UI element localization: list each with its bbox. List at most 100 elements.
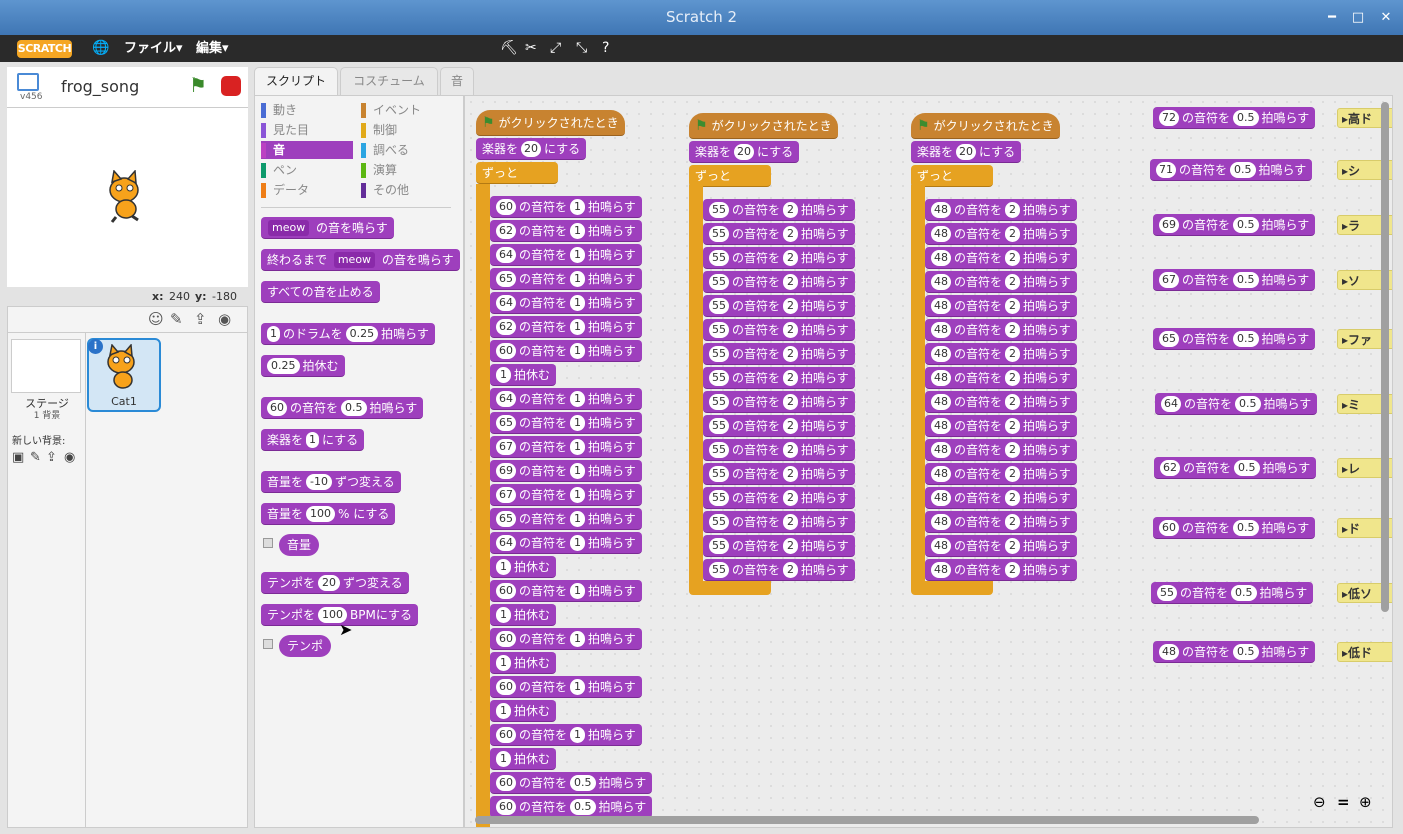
- play-note-block[interactable]: 48 の音符を 2 拍鳴らす: [925, 343, 1077, 365]
- block-set-volume[interactable]: 音量を 100% にする: [261, 503, 396, 525]
- category-4[interactable]: データ: [261, 181, 353, 199]
- play-note-block[interactable]: 48 の音符を 2 拍鳴らす: [925, 295, 1077, 317]
- shrink-icon[interactable]: ⤡: [576, 35, 587, 62]
- set-instrument-block[interactable]: 楽器を 20 にする: [911, 141, 1022, 163]
- zoom-out-icon[interactable]: ⊖: [1313, 793, 1326, 811]
- custom-block-call[interactable]: ▸低ド: [1337, 642, 1392, 662]
- horizontal-scrollbar[interactable]: [475, 816, 1259, 824]
- grow-icon[interactable]: ⤢: [550, 35, 561, 62]
- sound-dropdown[interactable]: meow: [268, 220, 310, 236]
- play-note-block[interactable]: 55 の音符を 2 拍鳴らす: [703, 559, 855, 581]
- zoom-reset-icon[interactable]: =: [1337, 793, 1350, 811]
- tab-costumes[interactable]: コスチューム: [340, 67, 438, 95]
- play-note-block[interactable]: 67 の音符を 0.5 拍鳴らす: [1153, 269, 1316, 291]
- sound-dropdown[interactable]: meow: [333, 252, 376, 268]
- block-change-volume[interactable]: 音量を -10 ずつ変える: [261, 471, 401, 493]
- category-9[interactable]: その他: [361, 181, 453, 199]
- category-5[interactable]: イベント: [361, 101, 453, 119]
- category-7[interactable]: 調べる: [361, 141, 453, 159]
- play-note-block[interactable]: 55 の音符を 2 拍鳴らす: [703, 247, 855, 269]
- play-note-block[interactable]: 64 の音符を 1 拍鳴らす: [490, 292, 642, 314]
- globe-icon[interactable]: 🌐: [92, 35, 109, 62]
- play-note-block[interactable]: 64 の音符を 0.5 拍鳴らす: [1155, 393, 1318, 415]
- play-note-block[interactable]: 55 の音符を 2 拍鳴らす: [703, 415, 855, 437]
- reporter-tempo[interactable]: テンポ: [279, 635, 332, 657]
- play-note-block[interactable]: 65 の音符を 1 拍鳴らす: [490, 508, 642, 530]
- when-flag-clicked-block[interactable]: ⚑ がクリックされたとき: [689, 113, 838, 139]
- play-note-block[interactable]: 48 の音符を 2 拍鳴らす: [925, 487, 1077, 509]
- play-note-block[interactable]: 60 の音符を 1 拍鳴らす: [490, 628, 642, 650]
- zoom-in-icon[interactable]: ⊕: [1359, 793, 1372, 811]
- delete-icon[interactable]: ✂: [525, 35, 537, 62]
- play-note-block[interactable]: 55 の音符を 2 拍鳴らす: [703, 391, 855, 413]
- play-note-block[interactable]: 55 の音符を 2 拍鳴らす: [703, 271, 855, 293]
- camera-sprite-icon[interactable]: ◉: [218, 310, 231, 328]
- category-2[interactable]: 音: [261, 141, 353, 159]
- block-play-note[interactable]: 60 の音符を 0.5 拍鳴らす: [261, 397, 424, 419]
- play-note-block[interactable]: 60 の音符を 1 拍鳴らす: [490, 580, 642, 602]
- category-6[interactable]: 制御: [361, 121, 453, 139]
- play-note-block[interactable]: 48 の音符を 2 拍鳴らす: [925, 319, 1077, 341]
- play-note-block[interactable]: 72 の音符を 0.5 拍鳴らす: [1153, 107, 1316, 129]
- play-note-block[interactable]: 64 の音符を 1 拍鳴らす: [490, 532, 642, 554]
- tab-scripts[interactable]: スクリプト: [254, 67, 338, 95]
- scripts-area[interactable]: ⚑ がクリックされたとき 楽器を 20 にする ずっと 60 の音符を 1 拍鳴らす 62 の音符を 1…: [464, 95, 1393, 828]
- play-note-block[interactable]: 48 の音符を 2 拍鳴らす: [925, 271, 1077, 293]
- play-note-block[interactable]: 62 の音符を 0.5 拍鳴らす: [1154, 457, 1317, 479]
- category-3[interactable]: ペン: [261, 161, 353, 179]
- camera-backdrop-icon[interactable]: ◉: [64, 450, 75, 465]
- fullscreen-icon[interactable]: [17, 73, 39, 91]
- vertical-scrollbar[interactable]: [1381, 102, 1389, 612]
- play-note-block[interactable]: 60 の音符を 1 拍鳴らす: [490, 676, 642, 698]
- play-note-block[interactable]: 48 の音符を 0.5 拍鳴らす: [1153, 641, 1316, 663]
- forever-block[interactable]: ずっと: [476, 162, 558, 184]
- play-note-block[interactable]: 71 の音符を 0.5 拍鳴らす: [1150, 159, 1313, 181]
- rest-block[interactable]: 1 拍休む: [490, 652, 557, 674]
- play-note-block[interactable]: 55 の音符を 0.5 拍鳴らす: [1151, 582, 1314, 604]
- play-note-block[interactable]: 55 の音符を 2 拍鳴らす: [703, 319, 855, 341]
- project-name[interactable]: frog_song: [61, 77, 139, 96]
- play-note-block[interactable]: 55 の音符を 2 拍鳴らす: [703, 487, 855, 509]
- play-note-block[interactable]: 60 の音符を 1 拍鳴らす: [490, 196, 642, 218]
- paint-backdrop-icon[interactable]: ✎: [30, 450, 41, 465]
- category-8[interactable]: 演算: [361, 161, 453, 179]
- choose-sprite-icon[interactable]: ☺: [148, 310, 164, 328]
- close-icon[interactable]: ✕: [1375, 0, 1397, 35]
- play-note-block[interactable]: 48 の音符を 2 拍鳴らす: [925, 223, 1077, 245]
- block-change-tempo[interactable]: テンポを 20 ずつ変える: [261, 572, 409, 594]
- play-note-block[interactable]: 48 の音符を 2 拍鳴らす: [925, 415, 1077, 437]
- file-menu[interactable]: ファイル▾: [124, 35, 183, 62]
- play-note-block[interactable]: 48 の音符を 2 拍鳴らす: [925, 511, 1077, 533]
- play-note-block[interactable]: 55 の音符を 2 拍鳴らす: [703, 367, 855, 389]
- paint-sprite-icon[interactable]: ✎: [170, 310, 183, 328]
- set-instrument-block[interactable]: 楽器を 20 にする: [689, 141, 800, 163]
- tempo-checkbox[interactable]: [263, 639, 273, 649]
- play-note-block[interactable]: 48 の音符を 2 拍鳴らす: [925, 367, 1077, 389]
- play-note-block[interactable]: 48 の音符を 2 拍鳴らす: [925, 559, 1077, 581]
- play-note-block[interactable]: 60 の音符を 0.5 拍鳴らす: [490, 772, 653, 794]
- block-play-sound-until-done[interactable]: 終わるまで meow の音を鳴らす: [261, 249, 460, 271]
- forever-block[interactable]: ずっと: [689, 165, 771, 187]
- play-note-block[interactable]: 64 の音符を 1 拍鳴らす: [490, 388, 642, 410]
- play-note-block[interactable]: 67 の音符を 1 拍鳴らす: [490, 436, 642, 458]
- when-flag-clicked-block[interactable]: ⚑ がクリックされたとき: [911, 113, 1060, 139]
- stop-icon[interactable]: [221, 76, 241, 96]
- play-note-block[interactable]: 60 の音符を 1 拍鳴らす: [490, 724, 642, 746]
- block-stop-all-sounds[interactable]: すべての音を止める: [261, 281, 380, 303]
- when-flag-clicked-block[interactable]: ⚑ がクリックされたとき: [476, 110, 625, 136]
- play-note-block[interactable]: 65 の音符を 0.5 拍鳴らす: [1153, 328, 1316, 350]
- help-icon[interactable]: ?: [602, 35, 609, 62]
- upload-backdrop-icon[interactable]: ⇪: [46, 450, 57, 465]
- play-note-block[interactable]: 65 の音符を 1 拍鳴らす: [490, 412, 642, 434]
- green-flag-icon[interactable]: ⚑: [189, 73, 207, 97]
- play-note-block[interactable]: 65 の音符を 1 拍鳴らす: [490, 268, 642, 290]
- sprite-thumbnail-cat1[interactable]: i Cat1: [87, 338, 161, 412]
- play-note-block[interactable]: 67 の音符を 1 拍鳴らす: [490, 484, 642, 506]
- play-note-block[interactable]: 64 の音符を 1 拍鳴らす: [490, 244, 642, 266]
- play-note-block[interactable]: 60 の音符を 0.5 拍鳴らす: [490, 796, 653, 818]
- play-note-block[interactable]: 55 の音符を 2 拍鳴らす: [703, 199, 855, 221]
- duplicate-icon[interactable]: ⛏: [500, 35, 518, 62]
- category-0[interactable]: 動き: [261, 101, 353, 119]
- play-note-block[interactable]: 69 の音符を 1 拍鳴らす: [490, 460, 642, 482]
- volume-checkbox[interactable]: [263, 538, 273, 548]
